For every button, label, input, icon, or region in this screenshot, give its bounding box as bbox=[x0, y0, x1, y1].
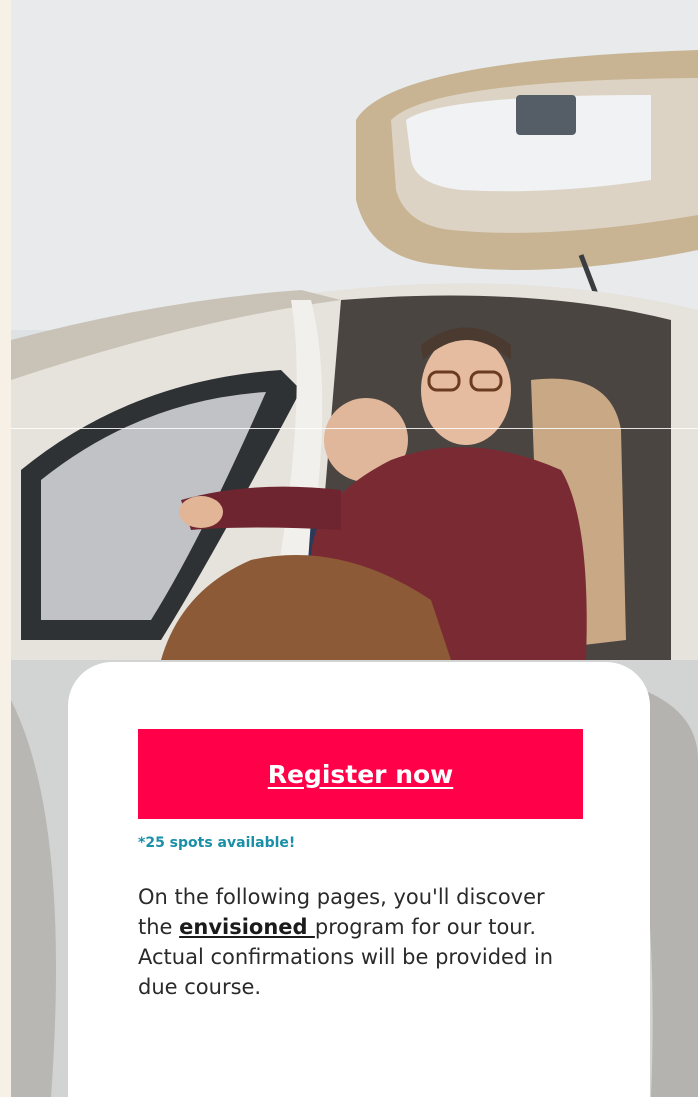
left-edge-strip bbox=[0, 0, 11, 1097]
register-now-button[interactable]: Register now bbox=[138, 729, 583, 819]
register-now-label: Register now bbox=[267, 759, 454, 789]
spots-available-note: *25 spots available! bbox=[138, 835, 296, 851]
page: Register now *25 spots available! On the… bbox=[0, 0, 698, 1097]
envisioned-link[interactable]: envisioned bbox=[179, 915, 315, 939]
program-description: On the following pages, you'll discover … bbox=[138, 882, 578, 1002]
hero-divider-line bbox=[11, 428, 698, 429]
registration-card: Register now *25 spots available! On the… bbox=[68, 662, 650, 1097]
